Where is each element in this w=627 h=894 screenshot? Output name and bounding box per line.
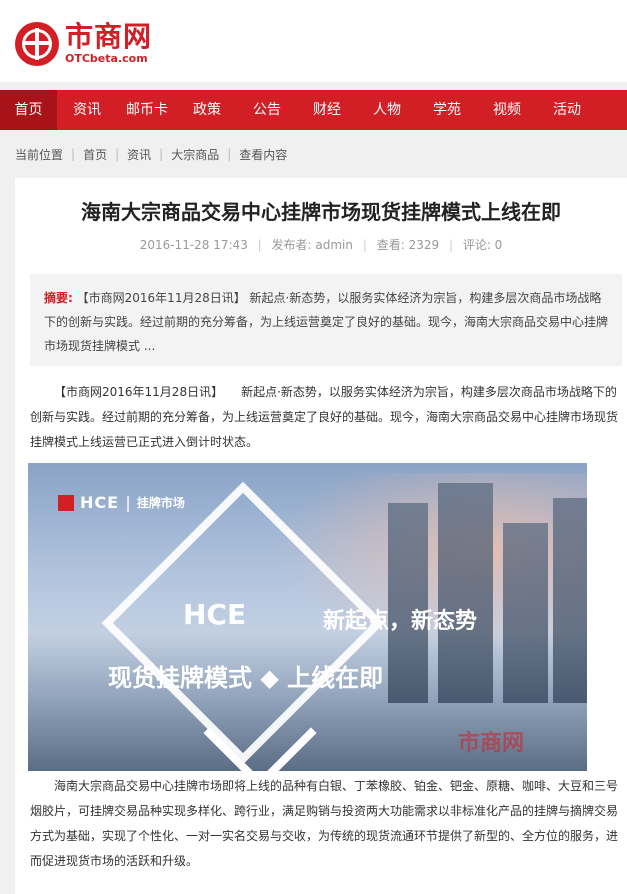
breadcrumb-separator: | [227, 147, 232, 161]
nav-item-video[interactable]: 视频 [477, 90, 537, 130]
hce-logo-name: HCE [80, 493, 120, 512]
banner-headline: 现货挂牌模式 ◆ 上线在即 [108, 664, 384, 692]
breadcrumb-separator: | [159, 147, 164, 161]
article-container: 海南大宗商品交易中心挂牌市场现货挂牌模式上线在即 2016-11-28 17:4… [15, 178, 627, 894]
watermark: 市商网 [458, 731, 525, 756]
breadcrumb-separator: | [115, 147, 120, 161]
summary-label: 摘要: [44, 291, 73, 305]
breadcrumb-separator: | [71, 147, 76, 161]
banner-slogan: 新起点，新态势 [323, 609, 478, 634]
hce-logo-sub: 挂牌市场 [136, 496, 185, 510]
article-author[interactable]: 发布者: admin [272, 238, 353, 252]
nav-item-news[interactable]: 资讯 [57, 90, 117, 130]
breadcrumb-news[interactable]: 资讯 [127, 146, 151, 163]
main-nav: 首页 资讯 邮币卡 政策 公告 财经 人物 学苑 视频 活动 [0, 90, 627, 130]
logo-domain: OTCbeta.com [65, 52, 148, 65]
nav-item-policy[interactable]: 政策 [177, 90, 237, 130]
breadcrumb-home[interactable]: 首页 [83, 146, 107, 163]
logo-name: 市商网 [65, 20, 153, 53]
hce-logo: HCE | 挂牌市场 [58, 493, 185, 512]
article-date: 2016-11-28 17:43 [139, 238, 248, 252]
nav-item-home[interactable]: 首页 [0, 90, 57, 130]
hce-logo-divider: | [125, 493, 131, 512]
article-paragraph: 海南大宗商品交易中心挂牌市场即将上线的品种有白银、丁苯橡胶、铂金、钯金、原糖、咖… [30, 779, 619, 868]
breadcrumb-current: 查看内容 [239, 147, 288, 162]
article-summary: 摘要: 【市商网2016年11月28日讯】 新起点·新态势，以服务实体经济为宗旨… [30, 274, 622, 366]
meta-separator: | [362, 238, 367, 252]
logo-mark-icon [15, 22, 59, 66]
article-comments[interactable]: 评论: 0 [463, 238, 503, 252]
article-title: 海南大宗商品交易中心挂牌市场现货挂牌模式上线在即 [81, 200, 561, 224]
article-paragraph: 【市商网2016年11月28日讯】 新起点·新态势，以服务实体经济为宗旨，构建多… [30, 385, 619, 449]
summary-text: 【市商网2016年11月28日讯】 新起点·新态势，以服务实体经济为宗旨，构建多… [44, 291, 609, 353]
breadcrumb-commodities[interactable]: 大宗商品 [171, 146, 219, 163]
nav-item-academy[interactable]: 学苑 [417, 90, 477, 130]
nav-item-announcements[interactable]: 公告 [237, 90, 297, 130]
article-views: 查看: 2329 [376, 238, 440, 252]
article-meta: 2016-11-28 17:43 | 发布者: admin | 查看: 2329… [15, 236, 627, 253]
site-header: 市商网 OTCbeta.com [0, 0, 627, 82]
meta-separator: | [448, 238, 453, 252]
banner-hce-text: HCE [183, 598, 247, 631]
site-logo[interactable]: 市商网 OTCbeta.com [15, 18, 152, 70]
breadcrumb-prefix: 当前位置 [15, 147, 64, 162]
breadcrumb: 当前位置 | 首页 | 资讯 | 大宗商品 | 查看内容 [0, 140, 627, 168]
article-banner-image: HCE | 挂牌市场 HCE 新起点，新态势 现货挂牌模式 ◆ 上线在即 市商网 [28, 463, 587, 771]
hce-mark-icon [58, 494, 74, 511]
logo-text: 市商网 OTCbeta.com [65, 22, 152, 66]
nav-item-stamps-coins-cards[interactable]: 邮币卡 [117, 90, 177, 130]
nav-item-people[interactable]: 人物 [357, 90, 417, 130]
nav-item-finance[interactable]: 财经 [297, 90, 357, 130]
nav-item-events[interactable]: 活动 [537, 90, 597, 130]
meta-separator: | [257, 238, 262, 252]
